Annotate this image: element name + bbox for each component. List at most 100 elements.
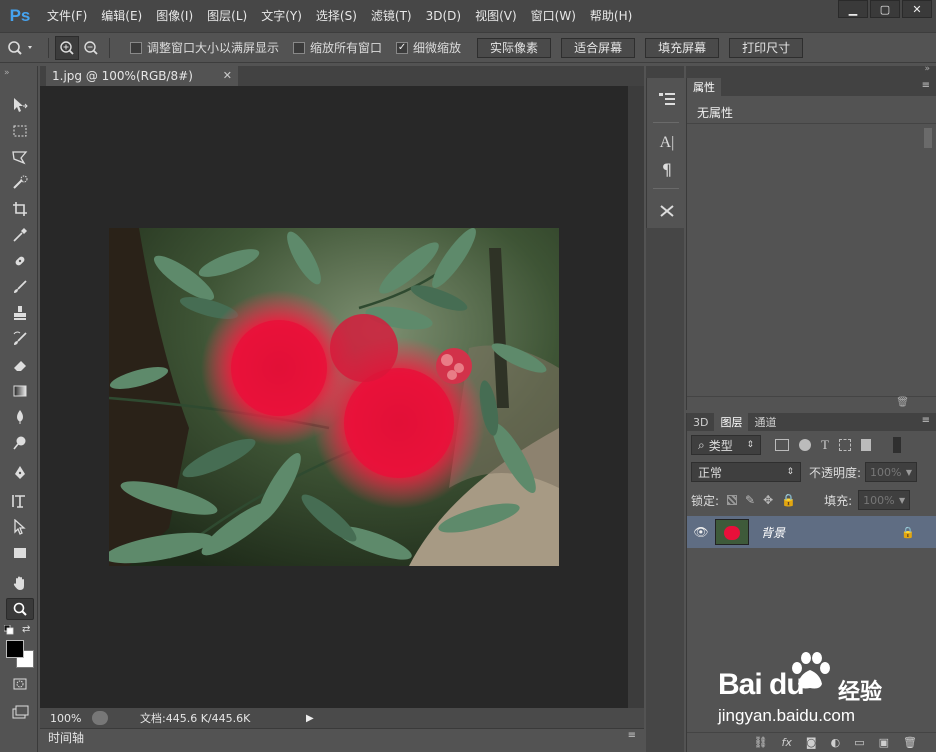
filter-pixel-icon[interactable] (775, 439, 789, 451)
tab-layers[interactable]: 图层 (714, 413, 749, 431)
quick-mask-icon[interactable] (6, 673, 34, 695)
menu-edit[interactable]: 编辑(E) (94, 0, 149, 32)
filter-type-icon[interactable]: T (821, 437, 829, 453)
tab-3d[interactable]: 3D (687, 413, 714, 431)
lock-position-icon[interactable]: ✥ (763, 493, 773, 507)
panel-collapse-icon[interactable]: » (924, 64, 930, 74)
lasso-tool-icon[interactable] (6, 146, 34, 168)
foreground-color-swatch[interactable] (6, 640, 24, 658)
lock-transparent-icon[interactable] (727, 495, 738, 505)
adjustment-layer-icon[interactable]: ◐ (831, 736, 841, 749)
menu-view[interactable]: 视图(V) (468, 0, 524, 32)
pen-tool-icon[interactable] (6, 462, 34, 484)
new-group-icon[interactable]: ▭ (854, 736, 864, 749)
zoom-all-windows-checkbox[interactable]: 缩放所有窗口 (293, 39, 382, 56)
timeline-panel-tab[interactable]: 时间轴 ≡ (40, 728, 644, 746)
restore-icon[interactable]: ▢ (870, 0, 900, 18)
menu-select[interactable]: 选择(S) (309, 0, 364, 32)
layer-name[interactable]: 背景 (761, 524, 785, 541)
tab-properties[interactable]: 属性 (687, 78, 721, 96)
actual-pixels-button[interactable]: 实际像素 (477, 37, 552, 58)
opacity-input[interactable]: 100% ▼ (865, 462, 918, 482)
menu-type[interactable]: 文字(Y) (254, 0, 309, 32)
quick-select-tool-icon[interactable] (6, 172, 34, 194)
minimize-icon[interactable]: ▁ (838, 0, 868, 18)
panel-collapse-icon[interactable]: » (4, 68, 10, 78)
menu-file[interactable]: 文件(F) (40, 0, 94, 32)
clone-stamp-tool-icon[interactable] (6, 302, 34, 324)
eyedropper-tool-icon[interactable] (6, 224, 34, 246)
fill-input[interactable]: 100% ▼ (858, 490, 911, 510)
zoom-in-icon[interactable] (55, 35, 79, 60)
lock-pixels-icon[interactable]: ✎ (745, 493, 755, 507)
menu-help[interactable]: 帮助(H) (583, 0, 639, 32)
scrubby-zoom-checkbox[interactable]: ✓ 细微缩放 (396, 39, 461, 56)
blend-mode-select[interactable]: 正常 ⇕ (691, 462, 801, 482)
panel-menu-icon[interactable]: ≡ (628, 730, 636, 741)
path-selection-tool-icon[interactable] (6, 516, 34, 538)
healing-brush-tool-icon[interactable] (6, 250, 34, 272)
resize-windows-checkbox[interactable]: 调整窗口大小以满屏显示 (130, 39, 279, 56)
rectangle-tool-icon[interactable] (6, 542, 34, 564)
zoom-out-icon[interactable] (79, 36, 103, 60)
brush-tool-icon[interactable] (6, 276, 34, 298)
menu-3d[interactable]: 3D(D) (419, 0, 468, 32)
menu-window[interactable]: 窗口(W) (524, 0, 583, 32)
trash-icon[interactable]: 🗑 (903, 736, 917, 749)
layer-filter-select[interactable]: ⌕ 类型 ⇕ (691, 435, 761, 455)
panel-menu-icon[interactable]: ≡ (922, 80, 930, 91)
zoom-tool-icon[interactable] (6, 598, 34, 620)
zoom-level[interactable]: 100% (40, 712, 86, 725)
tab-channels[interactable]: 通道 (748, 413, 782, 431)
paragraph-panel-icon[interactable]: ¶ (655, 158, 679, 180)
hand-tool-icon[interactable] (6, 572, 34, 594)
checkbox-box[interactable] (293, 41, 306, 54)
history-brush-tool-icon[interactable] (6, 328, 34, 350)
check-icon[interactable]: ✓ (396, 41, 409, 54)
print-size-button[interactable]: 打印尺寸 (729, 37, 804, 58)
vertical-scrollbar[interactable] (628, 86, 644, 708)
dodge-tool-icon[interactable] (6, 432, 34, 454)
panel-menu-icon[interactable]: ≡ (922, 415, 930, 426)
trash-icon[interactable]: 🗑 (896, 397, 909, 408)
filter-shape-icon[interactable] (838, 439, 851, 451)
status-menu-arrow-icon[interactable]: ▶ (306, 713, 314, 724)
move-tool-icon[interactable] (6, 94, 34, 116)
filter-adjustment-icon[interactable] (799, 439, 811, 451)
tool-presets-panel-icon[interactable] (655, 200, 679, 222)
add-mask-icon[interactable]: ◙ (806, 736, 817, 749)
default-colors-icon[interactable] (3, 624, 14, 635)
swap-colors-icon[interactable]: ⇄ (22, 624, 34, 635)
checkbox-box[interactable] (130, 41, 142, 54)
fill-screen-button[interactable]: 填充屏幕 (645, 37, 720, 58)
type-tool-icon[interactable] (6, 490, 34, 512)
history-panel-icon[interactable] (655, 88, 679, 110)
zoom-tool-preset-icon[interactable] (0, 36, 42, 60)
menu-filter[interactable]: 滤镜(T) (364, 0, 419, 32)
status-info-icon[interactable] (92, 711, 108, 725)
layer-row[interactable]: 👁 背景 🔒 (687, 516, 936, 548)
lock-all-icon[interactable]: 🔒 (781, 493, 796, 507)
document-image[interactable] (109, 228, 559, 566)
menu-layer[interactable]: 图层(L) (200, 0, 254, 32)
eye-icon[interactable]: 👁 (687, 525, 715, 539)
screen-mode-icon[interactable] (6, 701, 34, 723)
fit-screen-button[interactable]: 适合屏幕 (561, 37, 636, 58)
properties-scrollbar[interactable] (924, 128, 932, 148)
marquee-tool-icon[interactable] (6, 120, 34, 142)
close-icon[interactable]: ✕ (902, 0, 932, 18)
filter-toggle-icon[interactable] (892, 437, 901, 453)
filter-smart-object-icon[interactable] (860, 439, 871, 451)
new-layer-icon[interactable]: ▣ (879, 736, 889, 749)
eraser-tool-icon[interactable] (6, 354, 34, 376)
document-tab[interactable]: 1.jpg @ 100%(RGB/8#) ✕ (46, 66, 238, 86)
layer-style-icon[interactable]: fx (782, 736, 792, 749)
link-layers-icon[interactable]: ⛓ (754, 736, 768, 749)
close-icon[interactable]: ✕ (223, 69, 232, 82)
menu-image[interactable]: 图像(I) (149, 0, 200, 32)
character-panel-icon[interactable]: A| (655, 132, 679, 154)
gradient-tool-icon[interactable] (6, 380, 34, 402)
blend-mode-value: 正常 (698, 465, 723, 480)
blur-tool-icon[interactable] (6, 406, 34, 428)
crop-tool-icon[interactable] (6, 198, 34, 220)
